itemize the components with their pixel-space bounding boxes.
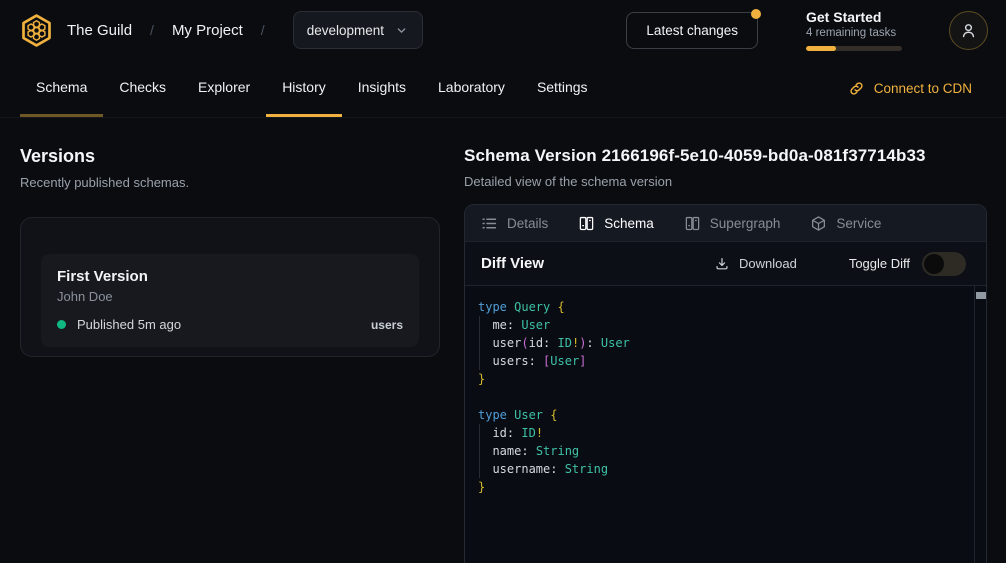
code-line: type Query { bbox=[478, 298, 966, 316]
nav-tab-laboratory[interactable]: Laboratory bbox=[422, 60, 521, 117]
person-icon bbox=[959, 21, 978, 40]
code-scrollbar[interactable] bbox=[974, 286, 986, 563]
toggle-diff-control: Toggle Diff bbox=[849, 252, 966, 276]
schema-version-title: Schema Version 2166196f-5e10-4059-bd0a-0… bbox=[464, 146, 987, 166]
toggle-knob bbox=[924, 254, 944, 274]
project-breadcrumb[interactable]: My Project bbox=[172, 22, 243, 39]
versions-subtitle: Recently published schemas. bbox=[20, 175, 440, 190]
main-content: Versions Recently published schemas. Fir… bbox=[0, 118, 1006, 563]
target-selector-value: development bbox=[307, 23, 384, 38]
code-line: username: String bbox=[478, 460, 966, 478]
tab-supergraph-label: Supergraph bbox=[710, 216, 781, 231]
code-line: } bbox=[478, 478, 966, 496]
versions-list-card: First Version John Doe Published 5m ago … bbox=[20, 217, 440, 357]
code-content: type Query { me: User user(id: ID!): Use… bbox=[465, 286, 986, 508]
tab-schema[interactable]: Schema bbox=[578, 215, 654, 232]
code-line: } bbox=[478, 370, 966, 388]
versions-title: Versions bbox=[20, 146, 440, 167]
tab-schema-label: Schema bbox=[604, 216, 654, 231]
connect-to-cdn-link[interactable]: Connect to CDN bbox=[848, 60, 972, 117]
code-scrollbar-thumb[interactable] bbox=[976, 292, 986, 299]
list-icon bbox=[481, 215, 498, 232]
user-avatar-button[interactable] bbox=[949, 11, 988, 50]
code-line: user(id: ID!): User bbox=[478, 334, 966, 352]
tab-service[interactable]: Service bbox=[810, 215, 881, 232]
latest-changes-button[interactable]: Latest changes bbox=[626, 12, 758, 49]
diff-view-title: Diff View bbox=[481, 255, 544, 272]
app-header: The Guild / My Project / development Lat… bbox=[0, 0, 1006, 60]
nav-tab-settings[interactable]: Settings bbox=[521, 60, 604, 117]
detail-tab-bar: Details Schema bbox=[465, 205, 986, 242]
download-button[interactable]: Download bbox=[714, 256, 797, 272]
connect-to-cdn-label: Connect to CDN bbox=[874, 81, 972, 96]
code-line: name: String bbox=[478, 442, 966, 460]
version-status: Published 5m ago bbox=[77, 317, 181, 332]
code-line: id: ID! bbox=[478, 424, 966, 442]
hive-logo-icon[interactable] bbox=[20, 14, 53, 47]
get-started-widget[interactable]: Get Started 4 remaining tasks bbox=[806, 9, 902, 51]
cube-icon bbox=[810, 215, 827, 232]
get-started-progress-fill bbox=[806, 46, 836, 51]
indent-guide bbox=[479, 316, 480, 370]
version-detail-column: Schema Version 2166196f-5e10-4059-bd0a-0… bbox=[464, 146, 987, 563]
tab-supergraph[interactable]: Supergraph bbox=[684, 215, 781, 232]
nav-tab-insights[interactable]: Insights bbox=[342, 60, 422, 117]
code-line: me: User bbox=[478, 316, 966, 334]
nav-tab-explorer[interactable]: Explorer bbox=[182, 60, 266, 117]
schema-code-viewer[interactable]: type Query { me: User user(id: ID!): Use… bbox=[465, 286, 986, 563]
tab-service-label: Service bbox=[836, 216, 881, 231]
schema-version-subtitle: Detailed view of the schema version bbox=[464, 174, 987, 189]
nav-tab-list: Schema Checks Explorer History Insights … bbox=[20, 60, 604, 117]
columns-icon bbox=[684, 215, 701, 232]
link-icon bbox=[848, 80, 865, 97]
toggle-diff-switch[interactable] bbox=[922, 252, 966, 276]
code-line: type User { bbox=[478, 406, 966, 424]
get-started-title: Get Started bbox=[806, 9, 902, 25]
code-line: users: [User] bbox=[478, 352, 966, 370]
latest-changes-label: Latest changes bbox=[646, 23, 738, 38]
version-meta-row: Published 5m ago users bbox=[57, 317, 403, 332]
tab-details[interactable]: Details bbox=[481, 215, 548, 232]
version-list-item[interactable]: First Version John Doe Published 5m ago … bbox=[41, 254, 419, 347]
target-selector[interactable]: development bbox=[293, 11, 423, 49]
nav-tab-history[interactable]: History bbox=[266, 60, 342, 117]
notification-dot bbox=[751, 9, 761, 19]
download-icon bbox=[714, 256, 730, 272]
indent-guide bbox=[479, 424, 480, 478]
version-service-badge: users bbox=[371, 318, 403, 332]
nav-tab-checks[interactable]: Checks bbox=[103, 60, 182, 117]
columns-icon bbox=[578, 215, 595, 232]
primary-nav: Schema Checks Explorer History Insights … bbox=[0, 60, 1006, 118]
org-breadcrumb[interactable]: The Guild bbox=[67, 22, 132, 39]
toggle-diff-label: Toggle Diff bbox=[849, 256, 910, 271]
published-status-dot bbox=[57, 320, 66, 329]
chevron-down-icon bbox=[394, 23, 409, 38]
get-started-progress-track bbox=[806, 46, 902, 51]
breadcrumb-separator: / bbox=[150, 22, 154, 38]
tab-details-label: Details bbox=[507, 216, 548, 231]
schema-version-panel: Details Schema bbox=[464, 204, 987, 563]
version-author: John Doe bbox=[57, 289, 403, 304]
versions-column: Versions Recently published schemas. Fir… bbox=[20, 146, 440, 563]
diff-view-header: Diff View Download Toggle Diff bbox=[465, 242, 986, 286]
nav-tab-schema[interactable]: Schema bbox=[20, 60, 103, 117]
version-name: First Version bbox=[57, 268, 403, 285]
get-started-subtitle: 4 remaining tasks bbox=[806, 27, 902, 39]
breadcrumb-separator: / bbox=[261, 22, 265, 38]
download-label: Download bbox=[739, 256, 797, 271]
code-line bbox=[478, 388, 966, 406]
